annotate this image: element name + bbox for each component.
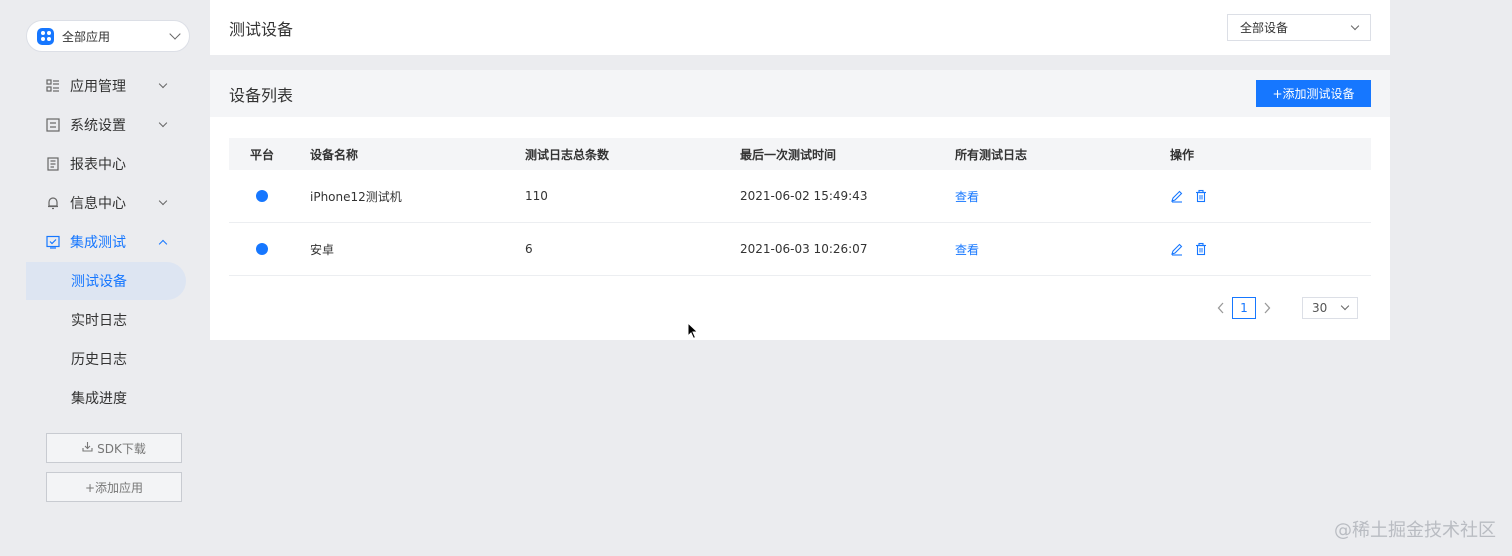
device-table: 平台 设备名称 测试日志总条数 最后一次测试时间 所有测试日志 操作 iPhon… xyxy=(229,138,1371,276)
delete-icon[interactable] xyxy=(1194,242,1208,256)
log-count: 110 xyxy=(525,189,548,203)
submenu-item-history-log[interactable]: 历史日志 xyxy=(26,340,186,378)
view-logs-link[interactable]: 查看 xyxy=(955,243,979,257)
column-header: 操作 xyxy=(1170,147,1195,162)
menu-item-label: 系统设置 xyxy=(70,118,126,134)
platform-dot-icon xyxy=(256,190,268,202)
column-header: 测试日志总条数 xyxy=(525,147,610,162)
app-grid-icon xyxy=(37,27,54,45)
column-header: 最后一次测试时间 xyxy=(740,147,837,162)
page-size-select[interactable]: 30 xyxy=(1302,297,1358,319)
chevron-down-icon xyxy=(1340,301,1350,311)
menu-item-label: 信息中心 xyxy=(70,196,126,212)
bell-icon xyxy=(46,196,60,210)
platform-cell xyxy=(229,190,310,202)
header-card: 测试设备 全部设备 xyxy=(210,0,1390,55)
delete-icon[interactable] xyxy=(1194,189,1208,203)
menu-item-integration-test[interactable]: 集成测试 xyxy=(26,223,186,261)
table-row: iPhone12测试机 110 2021-06-02 15:49:43 查看 xyxy=(229,170,1371,223)
column-header: 平台 xyxy=(250,147,275,162)
column-header: 设备名称 xyxy=(310,147,359,162)
device-name: 安卓 xyxy=(310,242,335,257)
submenu-item-integration-progress[interactable]: 集成进度 xyxy=(26,379,186,417)
page-number-current[interactable]: 1 xyxy=(1232,297,1256,319)
logs-cell: 查看 xyxy=(955,188,1170,205)
app-select-label: 全部应用 xyxy=(62,29,111,44)
page-title: 测试设备 xyxy=(229,19,294,39)
device-filter-select[interactable]: 全部设备 xyxy=(1227,14,1371,41)
sidebar: 全部应用 应用管理 系统设置 报表中心 信息中心 集成测试 测试设备 实时日志 … xyxy=(0,0,200,556)
chevron-down-icon xyxy=(1350,21,1360,30)
menu-item-app-manage[interactable]: 应用管理 xyxy=(26,67,186,105)
column-header: 所有测试日志 xyxy=(955,147,1028,162)
mouse-cursor-icon xyxy=(687,322,699,340)
add-test-device-label: +添加测试设备 xyxy=(1272,87,1355,101)
device-filter-label: 全部设备 xyxy=(1240,21,1289,35)
logs-cell: 查看 xyxy=(955,241,1170,258)
page-size-label: 30 xyxy=(1312,301,1328,315)
chevron-down-icon xyxy=(158,196,168,206)
menu-item-report-center[interactable]: 报表中心 xyxy=(26,145,186,183)
app-manage-icon xyxy=(46,79,60,93)
actions-cell xyxy=(1170,242,1371,256)
table-row: 安卓 6 2021-06-03 10:26:07 查看 xyxy=(229,223,1371,276)
menu-item-system-settings[interactable]: 系统设置 xyxy=(26,106,186,144)
sdk-download-label: SDK下载 xyxy=(97,441,146,456)
add-app-button[interactable]: +添加应用 xyxy=(46,472,182,502)
chevron-down-icon xyxy=(158,79,168,89)
device-name: iPhone12测试机 xyxy=(310,189,402,204)
menu-item-label: 集成测试 xyxy=(70,235,126,251)
device-list-card: 设备列表 +添加测试设备 平台 设备名称 测试日志总条数 最后一次测试时间 所有… xyxy=(210,70,1390,340)
menu-item-label: 报表中心 xyxy=(70,157,126,173)
chevron-down-icon xyxy=(169,28,181,40)
report-icon xyxy=(46,157,60,171)
platform-cell xyxy=(229,243,310,255)
app-select[interactable]: 全部应用 xyxy=(26,20,190,52)
chevron-down-icon xyxy=(158,118,168,128)
next-page-icon[interactable] xyxy=(1256,297,1278,319)
download-icon xyxy=(82,441,93,455)
sdk-download-button[interactable]: SDK下载 xyxy=(46,433,182,463)
last-test-time: 2021-06-02 15:49:43 xyxy=(740,189,868,203)
prev-page-icon[interactable] xyxy=(1210,297,1232,319)
edit-icon[interactable] xyxy=(1170,242,1184,256)
integration-test-icon xyxy=(46,235,60,249)
settings-icon xyxy=(46,118,60,132)
platform-dot-icon xyxy=(256,243,268,255)
add-test-device-button[interactable]: +添加测试设备 xyxy=(1256,80,1371,107)
last-test-time: 2021-06-03 10:26:07 xyxy=(740,242,868,256)
log-count: 6 xyxy=(525,242,533,256)
actions-cell xyxy=(1170,189,1371,203)
device-list-header: 设备列表 +添加测试设备 xyxy=(210,70,1390,117)
pagination: 1 30 xyxy=(1210,297,1358,319)
submenu-item-test-devices[interactable]: 测试设备 xyxy=(26,262,186,300)
menu-item-info-center[interactable]: 信息中心 xyxy=(26,184,186,222)
watermark: @稀土掘金技术社区 xyxy=(1334,520,1496,541)
chevron-up-icon xyxy=(158,239,168,249)
edit-icon[interactable] xyxy=(1170,189,1184,203)
submenu-item-realtime-log[interactable]: 实时日志 xyxy=(26,301,186,339)
device-list-title: 设备列表 xyxy=(229,85,294,105)
menu-item-label: 应用管理 xyxy=(70,79,126,95)
add-app-label: +添加应用 xyxy=(84,480,144,495)
table-header: 平台 设备名称 测试日志总条数 最后一次测试时间 所有测试日志 操作 xyxy=(229,138,1371,170)
view-logs-link[interactable]: 查看 xyxy=(955,190,979,204)
